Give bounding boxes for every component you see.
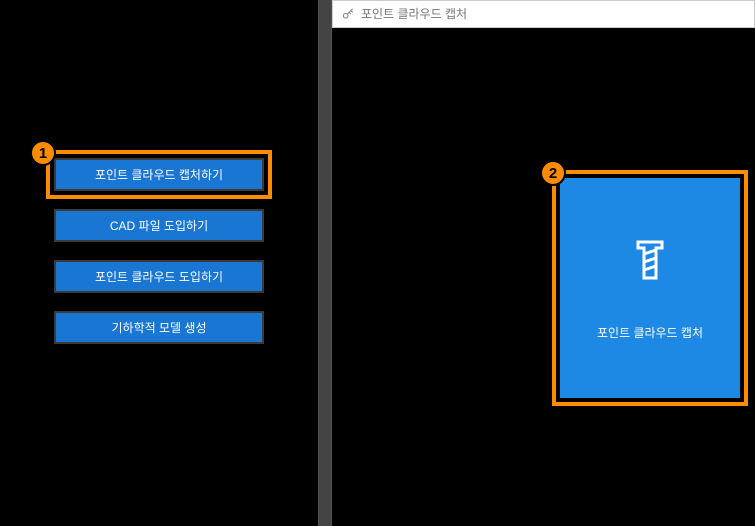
button-label: CAD 파일 도입하기: [110, 217, 208, 234]
key-icon: [341, 7, 355, 21]
import-cad-file-button[interactable]: CAD 파일 도입하기: [54, 209, 264, 242]
callout-number: 2: [549, 165, 557, 182]
tile-label: 포인트 클라우드 캡처: [597, 324, 703, 341]
screw-icon: [626, 236, 674, 284]
button-label: 기하학적 모델 생성: [112, 319, 207, 336]
panel-separator: [318, 0, 332, 526]
capture-point-cloud-button[interactable]: 포인트 클라우드 캡처하기: [54, 158, 264, 191]
point-cloud-capture-tile[interactable]: 포인트 클라우드 캡처: [560, 178, 740, 398]
callout-badge-1: 1: [30, 140, 56, 166]
callout-number: 1: [39, 145, 47, 162]
search-input[interactable]: [361, 7, 746, 21]
import-point-cloud-button[interactable]: 포인트 클라우드 도입하기: [54, 260, 264, 293]
button-label: 포인트 클라우드 캡처하기: [95, 166, 223, 183]
left-panel: 포인트 클라우드 캡처하기 CAD 파일 도입하기 포인트 클라우드 도입하기 …: [0, 0, 318, 526]
callout-badge-2: 2: [540, 160, 566, 186]
search-bar: [332, 0, 755, 28]
button-label: 포인트 클라우드 도입하기: [95, 268, 223, 285]
create-geometric-model-button[interactable]: 기하학적 모델 생성: [54, 311, 264, 344]
